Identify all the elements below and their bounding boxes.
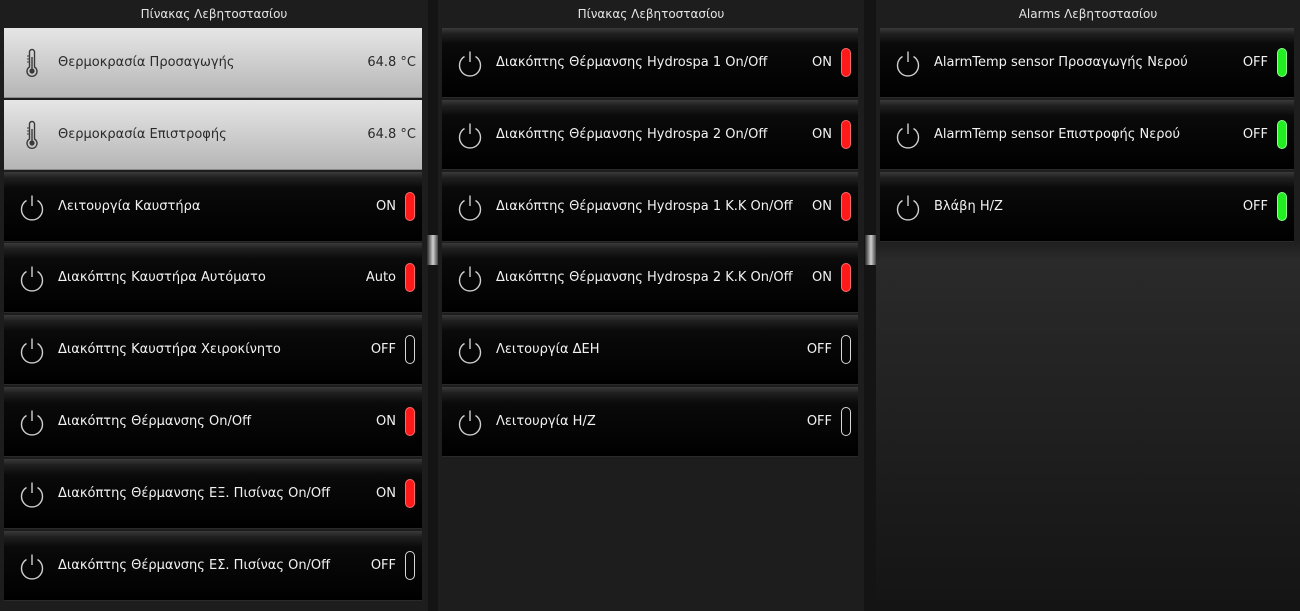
- row-label: AlarmTemp sensor Προσαγωγής Νερού: [934, 55, 1188, 70]
- status-indicator[interactable]: [1277, 119, 1287, 149]
- power-icon[interactable]: [17, 192, 47, 222]
- row-label: Διακόπτης Θέρμανσης Hydrospa 1 On/Off: [496, 55, 768, 70]
- status-indicator[interactable]: [841, 191, 851, 221]
- status-value: ON: [376, 485, 396, 501]
- row-label: Λειτουργία Η/Ζ: [496, 414, 596, 429]
- row-label: Διακόπτης Θέρμανσης Hydrospa 2 Κ.Κ On/Of…: [496, 270, 793, 286]
- panel-boiler-room-1: Πίνακας Λεβητοστασίου Θερμοκρασία Προσαγ…: [0, 0, 428, 611]
- status-indicator[interactable]: [405, 407, 415, 436]
- row-label: Θερμοκρασία Προσαγωγής: [58, 55, 235, 70]
- temperature-value: 64.8 °C: [367, 126, 416, 142]
- row-label: Διακόπτης Καυστήρα Αυτόματο: [58, 270, 266, 286]
- temperature-value: 64.8 °C: [367, 55, 416, 70]
- status-indicator[interactable]: [841, 48, 851, 77]
- switch-row[interactable]: Βλάβη Η/Ζ OFF: [880, 171, 1294, 242]
- status-value: OFF: [806, 342, 832, 358]
- status-indicator[interactable]: [1277, 48, 1287, 77]
- sensor-row: Θερμοκρασία Προσαγωγής 64.8 °C: [4, 28, 422, 98]
- status-value: ON: [376, 414, 396, 429]
- row-label: AlarmTemp sensor Επιστροφής Νερού: [934, 126, 1181, 142]
- thermometer-icon: [17, 48, 47, 78]
- power-icon[interactable]: [455, 263, 485, 293]
- row-label: Λειτουργία Καυστήρα: [58, 198, 201, 214]
- status-value: OFF: [1242, 126, 1268, 142]
- panel-title: Alarms Λεβητοστασίου: [1018, 7, 1158, 21]
- thermometer-icon: [17, 120, 47, 150]
- row-label: Λειτουργία ΔΕΗ: [496, 342, 600, 358]
- power-icon[interactable]: [17, 551, 47, 581]
- switch-row[interactable]: Διακόπτης Καυστήρα Αυτόματο Auto: [4, 243, 422, 314]
- sensor-row: Θερμοκρασία Επιστροφής 64.8 °C: [4, 99, 422, 170]
- status-value: OFF: [806, 414, 832, 429]
- switch-row[interactable]: AlarmTemp sensor Προσαγωγής Νερού OFF: [880, 28, 1294, 98]
- power-icon[interactable]: [893, 48, 923, 78]
- power-icon[interactable]: [893, 192, 923, 222]
- switch-row[interactable]: Λειτουργία Καυστήρα ON: [4, 171, 422, 242]
- row-label: Διακόπτης Θέρμανσης ΕΣ. Πισίνας On/Off: [58, 557, 331, 573]
- power-icon[interactable]: [455, 335, 485, 365]
- status-value: ON: [376, 198, 396, 214]
- status-value: OFF: [370, 557, 396, 573]
- status-value: Auto: [365, 270, 396, 286]
- status-value: ON: [812, 198, 832, 214]
- power-icon[interactable]: [893, 120, 923, 150]
- status-indicator[interactable]: [841, 263, 851, 293]
- panel-title: Πίνακας Λεβητοστασίου: [577, 7, 725, 21]
- status-value: ON: [812, 55, 832, 70]
- switch-row[interactable]: Διακόπτης Θέρμανσης Hydrospa 2 Κ.Κ On/Of…: [442, 243, 858, 314]
- switch-row[interactable]: Διακόπτης Θέρμανσης On/Off ON: [4, 387, 422, 457]
- status-indicator[interactable]: [405, 335, 415, 365]
- row-label: Διακόπτης Θέρμανσης ΕΞ. Πισίνας On/Off: [58, 485, 331, 501]
- power-icon[interactable]: [17, 407, 47, 437]
- status-indicator[interactable]: [405, 191, 415, 221]
- status-value: OFF: [1242, 198, 1268, 214]
- status-value: OFF: [370, 342, 396, 358]
- row-label: Διακόπτης Θέρμανσης Hydrospa 1 Κ.Κ On/Of…: [496, 198, 793, 214]
- power-icon[interactable]: [17, 479, 47, 509]
- status-indicator[interactable]: [405, 478, 415, 508]
- power-icon[interactable]: [455, 192, 485, 222]
- status-indicator[interactable]: [405, 263, 415, 293]
- panel-title: Πίνακας Λεβητοστασίου: [140, 7, 288, 21]
- switch-row[interactable]: Διακόπτης Θέρμανσης ΕΞ. Πισίνας On/Off ON: [4, 458, 422, 529]
- row-label: Διακόπτης Θέρμανσης Hydrospa 2 On/Off: [496, 126, 768, 142]
- switch-row[interactable]: Διακόπτης Θέρμανσης ΕΣ. Πισίνας On/Off OF…: [4, 530, 422, 601]
- power-icon[interactable]: [455, 120, 485, 150]
- switch-row[interactable]: Διακόπτης Θέρμανσης Hydrospa 2 On/Off ON: [442, 99, 858, 170]
- panel-boiler-room-2: Πίνακας Λεβητοστασίου Διακόπτης Θέρμανση…: [438, 0, 864, 611]
- row-label: Διακόπτης Θέρμανσης On/Off: [58, 414, 252, 429]
- status-indicator[interactable]: [841, 119, 851, 149]
- status-indicator[interactable]: [841, 335, 851, 365]
- power-icon[interactable]: [455, 407, 485, 437]
- status-indicator[interactable]: [1277, 191, 1287, 221]
- status-value: ON: [812, 126, 832, 142]
- switch-row[interactable]: Λειτουργία ΔΕΗ OFF: [442, 315, 858, 386]
- switch-row[interactable]: Διακόπτης Θέρμανσης Hydrospa 1 On/Off ON: [442, 28, 858, 98]
- power-icon[interactable]: [455, 48, 485, 78]
- switch-row[interactable]: AlarmTemp sensor Επιστροφής Νερού OFF: [880, 99, 1294, 170]
- row-label: Βλάβη Η/Ζ: [934, 198, 1003, 214]
- panel-alarms: Alarms Λεβητοστασίου AlarmTemp sensor Πρ…: [876, 0, 1300, 611]
- status-value: ON: [812, 270, 832, 286]
- switch-row[interactable]: Διακόπτης Θέρμανσης Hydrospa 1 Κ.Κ On/Of…: [442, 171, 858, 242]
- switch-row[interactable]: Διακόπτης Καυστήρα Χειροκίνητο OFF: [4, 315, 422, 386]
- row-label: Διακόπτης Καυστήρα Χειροκίνητο: [58, 342, 281, 358]
- status-value: OFF: [1242, 55, 1268, 70]
- power-icon[interactable]: [17, 263, 47, 293]
- status-indicator[interactable]: [405, 550, 415, 580]
- power-icon[interactable]: [17, 335, 47, 365]
- switch-row[interactable]: Λειτουργία Η/Ζ OFF: [442, 387, 858, 457]
- status-indicator[interactable]: [841, 407, 851, 436]
- row-label: Θερμοκρασία Επιστροφής: [58, 126, 227, 142]
